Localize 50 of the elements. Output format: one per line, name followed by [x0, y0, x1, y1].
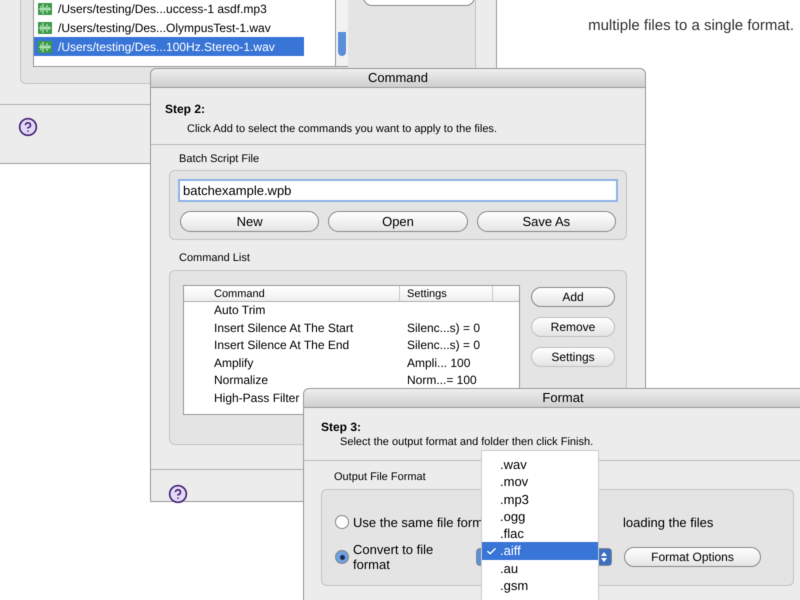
table-cell-text: Normalize [213, 372, 270, 390]
table-cell-text: Silenc...s) = 0 [406, 337, 480, 354]
script-button[interactable]: Save As [476, 211, 616, 232]
menu-item[interactable]: .au [482, 560, 598, 578]
caption: multiple files to a single format. [588, 16, 794, 36]
help-icon[interactable] [18, 117, 38, 137]
table-cell-text: High-Pass Filter [213, 390, 300, 407]
scrollbar[interactable] [336, 0, 348, 67]
audio-file-icon [38, 22, 52, 34]
window-title-bar: Command [151, 69, 645, 88]
file-row[interactable]: /Users/testing/Des...OlympusTest-1.wav [34, 18, 304, 38]
step-heading: Step 3: [321, 419, 362, 436]
help-icon[interactable] [168, 484, 188, 504]
window-title-bar: Format [304, 389, 800, 408]
step-instruction: Select the output format and folder then click Finish. [340, 436, 594, 449]
table-cell-text: Amplify [213, 354, 254, 372]
format-options-button[interactable]: Format Options [624, 547, 761, 567]
menu-item[interactable]: .ogg [482, 508, 598, 526]
group-label: Output File Format [334, 470, 426, 485]
column-header[interactable]: Settings [400, 286, 493, 300]
script-file-field[interactable]: batchexample.wpb [178, 179, 618, 202]
command-button[interactable]: Add [531, 286, 615, 306]
column-header[interactable]: Command [184, 286, 400, 300]
audio-file-icon [38, 3, 52, 16]
radio-label: Convert to file format [353, 542, 434, 572]
step-heading: Step 2: [165, 101, 206, 118]
step-instruction: Click Add to select the commands you want to apply to the files. [186, 122, 498, 137]
file-row[interactable]: /Users/testing/Des...uccess-1 asdf.mp3 [34, 0, 304, 19]
menu-item[interactable]: .mov [482, 473, 598, 491]
table-cell-text: Insert Silence At The Start [213, 320, 354, 337]
table-cell-text: Ampli... 100 [406, 354, 470, 372]
menu-item[interactable]: .aiff [482, 542, 598, 560]
script-button[interactable]: New [180, 211, 320, 232]
group-label: Batch Script File [179, 152, 260, 166]
checkmark-icon [486, 546, 497, 557]
radio-label: loading the files [623, 514, 714, 532]
menu-item[interactable]: .mp3 [482, 490, 598, 508]
script-button[interactable]: Open [328, 211, 468, 232]
file-row[interactable]: /Users/testing/Des...100Hz.Stereo-1.wav [34, 37, 304, 56]
table-cell-text: Auto Trim [213, 302, 266, 320]
menu-item[interactable]: .flac [482, 525, 598, 542]
radio-button[interactable] [335, 515, 349, 530]
table-cell-text: Insert Silence At The End [213, 337, 350, 354]
menu-item[interactable]: .gsm [482, 577, 598, 594]
table-cell-text: Silenc...s) = 0 [406, 320, 480, 337]
radio-button[interactable] [335, 550, 349, 564]
menu-item[interactable]: .wav [482, 456, 598, 474]
group-label: Command List [179, 251, 250, 266]
table-cell-text: Norm...= 100 [406, 372, 477, 390]
audio-file-icon [38, 40, 52, 53]
